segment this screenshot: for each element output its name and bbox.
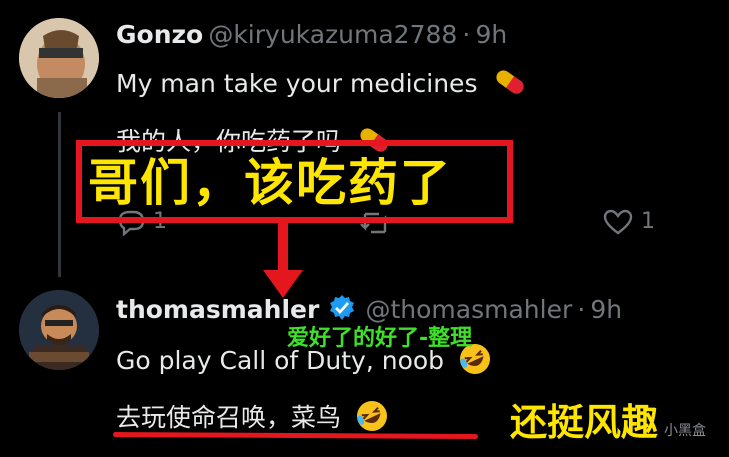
annotation-arrow-head bbox=[263, 270, 303, 298]
tweet1-header: Gonzo @kiryukazuma2788 · 9h bbox=[116, 20, 507, 49]
heart-icon bbox=[603, 209, 633, 235]
annotation-yellow-caption: 还挺风趣 bbox=[510, 401, 658, 444]
pill-icon bbox=[491, 67, 529, 103]
tweet1-sep: · bbox=[462, 20, 471, 49]
tweet1-line1: My man take your medicines bbox=[116, 67, 529, 103]
annotation-green-caption: 爱好了的好了-整理 bbox=[287, 326, 473, 351]
watermark-text: 小黑盒 bbox=[664, 423, 706, 439]
tweet2-time[interactable]: 9h bbox=[590, 295, 622, 324]
avatar-gonzo[interactable] bbox=[19, 18, 99, 98]
avatar-thomasmahler-image bbox=[19, 290, 99, 370]
tweet1-line1-text: My man take your medicines bbox=[116, 69, 478, 98]
avatar-gonzo-image bbox=[19, 18, 99, 98]
tweet2-line2-text: 去玩使命召唤，菜鸟 bbox=[116, 403, 342, 432]
tweet2-sep: · bbox=[577, 295, 586, 324]
avatar-thomasmahler[interactable] bbox=[19, 290, 99, 370]
annotation-boxed-text: 哥们，该吃药了 bbox=[88, 154, 452, 212]
annotation-arrow-shaft bbox=[278, 222, 288, 274]
tweet1-author-name[interactable]: Gonzo bbox=[116, 20, 203, 49]
tweet1-like-button[interactable]: 1 bbox=[602, 208, 655, 236]
tweet1-time[interactable]: 9h bbox=[475, 20, 507, 49]
tweet1-author-handle[interactable]: @kiryukazuma2788 bbox=[208, 20, 457, 49]
tweet1-like-count: 1 bbox=[641, 209, 655, 234]
thread-line bbox=[58, 112, 61, 277]
